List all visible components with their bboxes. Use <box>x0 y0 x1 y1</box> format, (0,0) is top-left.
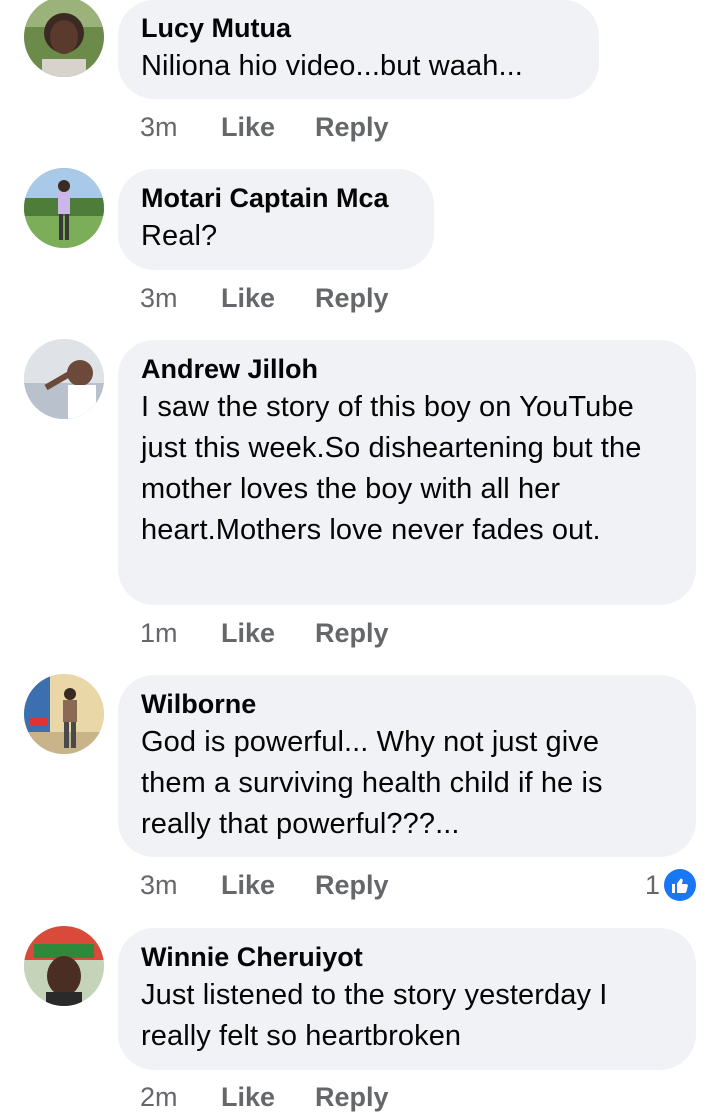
comment-bubble: Andrew Jilloh I saw the story of this bo… <box>118 340 696 605</box>
like-button[interactable]: Like <box>221 613 275 653</box>
avatar[interactable] <box>24 339 104 419</box>
comment-timestamp[interactable]: 3m <box>140 107 178 147</box>
avatar[interactable] <box>24 926 104 1006</box>
like-button[interactable]: Like <box>221 107 275 147</box>
comment-timestamp[interactable]: 3m <box>140 865 178 905</box>
comment-author[interactable]: Motari Captain Mca <box>141 180 410 216</box>
reaction-count: 1 <box>644 870 660 900</box>
comment-timestamp[interactable]: 2m <box>140 1077 178 1117</box>
comment-bubble: Wilborne God is powerful... Why not just… <box>118 675 696 857</box>
like-button[interactable]: Like <box>221 1077 275 1117</box>
comment-author[interactable]: Wilborne <box>141 686 672 722</box>
reply-button[interactable]: Reply <box>315 613 389 653</box>
comment-timestamp[interactable]: 1m <box>140 613 178 653</box>
comment-author[interactable]: Winnie Cheruiyot <box>141 939 672 975</box>
avatar[interactable] <box>24 168 104 248</box>
comment-text: Niliona hio video...but waah... <box>141 50 523 82</box>
reply-button[interactable]: Reply <box>315 865 389 905</box>
comment-bubble: Motari Captain Mca Real? <box>118 169 434 270</box>
reply-button[interactable]: Reply <box>315 107 389 147</box>
comment-text: God is powerful... Why not just give the… <box>141 726 603 840</box>
reply-button[interactable]: Reply <box>315 278 389 318</box>
comment-bubble: Lucy Mutua Niliona hio video...but waah.… <box>118 0 599 99</box>
avatar[interactable] <box>24 0 104 77</box>
avatar[interactable] <box>24 674 104 754</box>
comment-text: Just listened to the story yesterday I r… <box>141 979 608 1052</box>
like-button[interactable]: Like <box>221 278 275 318</box>
reaction-summary[interactable]: 1 <box>645 865 696 905</box>
comment-bubble: Winnie Cheruiyot Just listened to the st… <box>118 928 696 1070</box>
reply-button[interactable]: Reply <box>315 1077 389 1117</box>
comment-author[interactable]: Andrew Jilloh <box>141 351 672 387</box>
comment-timestamp[interactable]: 3m <box>140 278 178 318</box>
comment-text: Real? <box>141 220 218 252</box>
comment-text: I saw the story of this boy on YouTube j… <box>141 391 642 546</box>
thumbs-up-icon <box>664 869 696 901</box>
like-button[interactable]: Like <box>221 865 275 905</box>
comment-author[interactable]: Lucy Mutua <box>141 10 575 46</box>
